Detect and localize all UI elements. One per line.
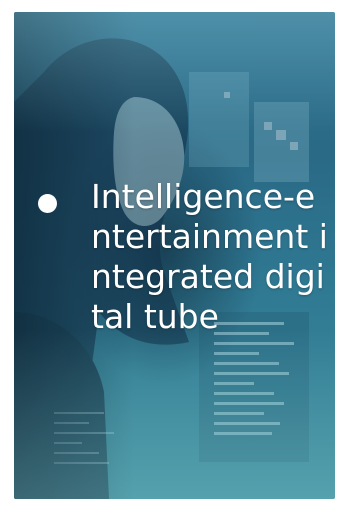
bullet-item: Intelligence-entertainment integrated di… xyxy=(38,177,330,337)
bullet-icon xyxy=(38,194,57,213)
top-mist-overlay xyxy=(14,12,335,132)
bullet-text: Intelligence-entertainment integrated di… xyxy=(91,177,328,336)
bottom-glow-overlay xyxy=(14,329,335,499)
slide-card: Intelligence-entertainment integrated di… xyxy=(14,12,335,499)
